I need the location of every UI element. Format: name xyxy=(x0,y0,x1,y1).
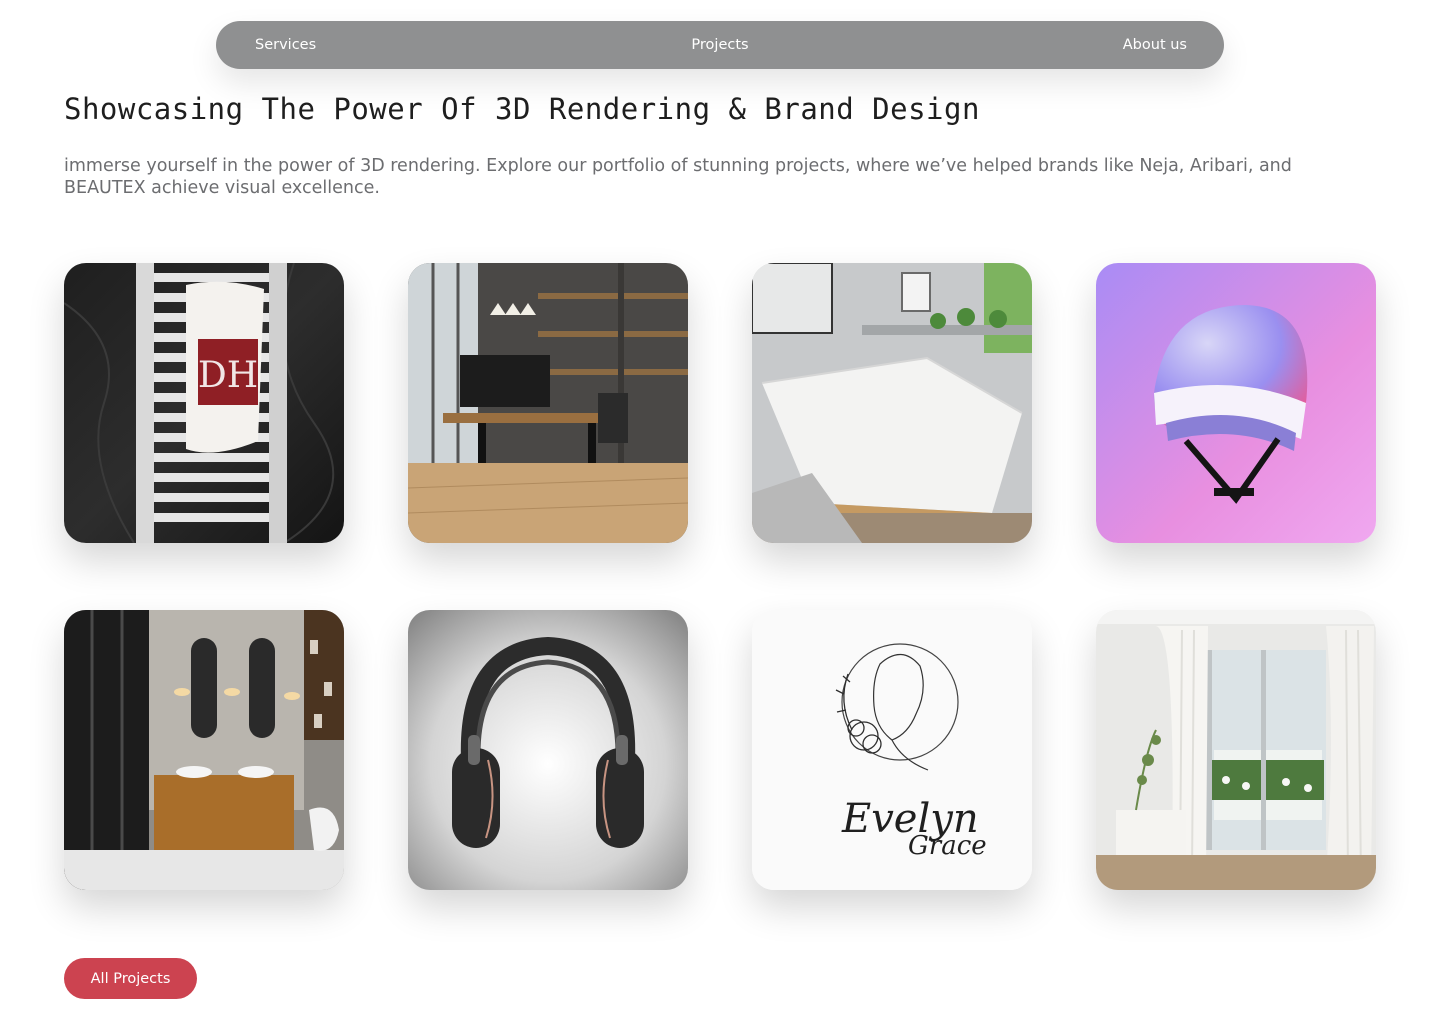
project-card-bathroom[interactable] xyxy=(64,610,344,890)
project-card-headphones[interactable] xyxy=(408,610,688,890)
helmet-image xyxy=(1096,263,1376,543)
towel-radiator-image: DH xyxy=(64,263,344,543)
top-navbar: Services Projects About us xyxy=(216,21,1224,69)
project-card-bedroom[interactable] xyxy=(752,263,1032,543)
all-projects-button[interactable]: All Projects xyxy=(64,958,197,999)
nav-projects-link[interactable]: Projects xyxy=(691,21,748,69)
project-card-evelyn-grace[interactable]: Evelyn Grace xyxy=(752,610,1032,890)
evelyn-grace-logo-image: Evelyn Grace xyxy=(752,610,1032,890)
bathroom-image xyxy=(64,610,344,890)
nav-about-link[interactable]: About us xyxy=(1123,21,1187,69)
projects-grid: DH Evelyn Grace xyxy=(64,263,1376,890)
bedroom-image xyxy=(752,263,1032,543)
nav-services-link[interactable]: Services xyxy=(255,21,316,69)
page-title: Showcasing The Power Of 3D Rendering & B… xyxy=(64,92,980,126)
project-card-curtains[interactable] xyxy=(1096,610,1376,890)
project-card-helmet[interactable] xyxy=(1096,263,1376,543)
curtains-room-image xyxy=(1096,610,1376,890)
project-card-office[interactable] xyxy=(408,263,688,543)
svg-text:DH: DH xyxy=(198,355,258,396)
project-card-towel[interactable]: DH xyxy=(64,263,344,543)
headphones-image xyxy=(408,610,688,890)
home-office-image xyxy=(408,263,688,543)
page-description: immerse yourself in the power of 3D rend… xyxy=(64,156,1292,198)
svg-text:Grace: Grace xyxy=(908,831,987,861)
